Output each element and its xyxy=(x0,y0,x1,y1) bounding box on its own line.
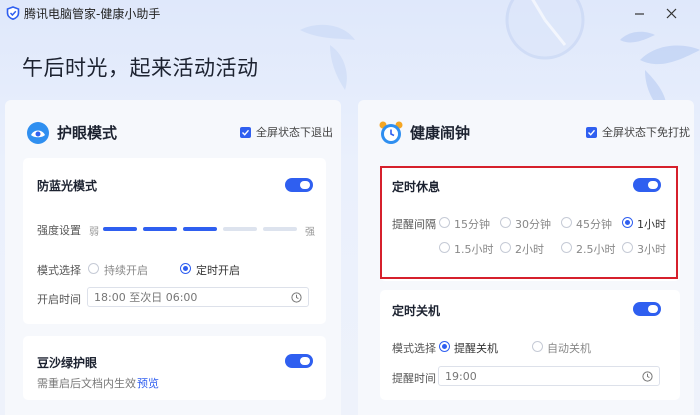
mode-select-label: 模式选择 xyxy=(37,264,81,277)
title-bar: 腾讯电脑管家-健康小助手 xyxy=(0,0,700,26)
page-headline: 午后时光，起来活动活动 xyxy=(22,56,259,80)
no-disturb-label: 全屏状态下免打扰 xyxy=(602,126,690,139)
green-eye-toggle[interactable] xyxy=(285,354,313,368)
intensity-high-label: 强 xyxy=(305,227,315,238)
alarm-panel-title: 健康闹钟 xyxy=(410,124,471,142)
checkbox-checked-icon xyxy=(586,126,597,138)
intensity-label: 强度设置 xyxy=(37,224,81,237)
intensity-segment xyxy=(183,227,217,231)
blue-light-toggle[interactable] xyxy=(285,178,313,192)
intensity-low-label: 弱 xyxy=(89,227,99,238)
no-disturb-checkbox[interactable]: 全屏状态下免打扰 xyxy=(586,124,690,140)
intensity-slider[interactable] xyxy=(103,224,301,234)
highlight-annotation-box xyxy=(380,166,678,279)
exit-fullscreen-checkbox[interactable]: 全屏状态下退出 xyxy=(240,124,333,140)
shutdown-mode-label: 模式选择 xyxy=(392,342,436,355)
alarm-clock-icon xyxy=(379,121,403,144)
blue-light-title: 防蓝光模式 xyxy=(37,179,98,193)
green-eye-note: 需重启后文档内生效 xyxy=(37,377,136,390)
mode-continuous-label: 持续开启 xyxy=(104,264,148,277)
shutdown-auto-label: 自动关机 xyxy=(547,342,591,355)
remind-time-label: 提醒时间 xyxy=(392,372,436,385)
mode-scheduled-radio[interactable] xyxy=(180,263,191,274)
shutdown-remind-label: 提醒关机 xyxy=(454,342,498,355)
scheduled-shutdown-title: 定时关机 xyxy=(392,304,441,318)
shutdown-auto-radio[interactable] xyxy=(532,341,543,352)
start-time-value: 18:00 至次日 06:00 xyxy=(94,291,198,304)
mode-continuous-radio[interactable] xyxy=(88,263,99,274)
intensity-segment xyxy=(143,227,177,231)
blue-light-card: 防蓝光模式 强度设置 弱 强 模式选择 持续开启 定时开启 开启时间 18:00… xyxy=(23,158,326,324)
start-time-input[interactable]: 18:00 至次日 06:00 xyxy=(87,287,309,307)
checkbox-checked-icon xyxy=(240,126,251,138)
eye-protection-panel: 护眼模式 全屏状态下退出 防蓝光模式 强度设置 弱 强 模式选择 持续开启 定时… xyxy=(5,100,341,415)
scheduled-shutdown-toggle[interactable] xyxy=(633,302,661,316)
remind-time-input[interactable]: 19:00 xyxy=(438,366,660,386)
start-time-label: 开启时间 xyxy=(37,293,81,306)
exit-fullscreen-label: 全屏状态下退出 xyxy=(256,126,333,139)
close-button[interactable] xyxy=(660,3,682,23)
clock-icon xyxy=(642,371,653,382)
shield-logo-icon xyxy=(6,6,20,20)
remind-time-value: 19:00 xyxy=(445,369,477,383)
eye-protection-icon xyxy=(27,122,49,144)
intensity-segment xyxy=(223,227,257,231)
clock-icon xyxy=(291,292,302,303)
window-title: 腾讯电脑管家-健康小助手 xyxy=(24,7,161,21)
green-eye-title: 豆沙绿护眼 xyxy=(37,356,98,370)
eye-panel-title: 护眼模式 xyxy=(57,124,118,142)
green-eye-card: 豆沙绿护眼 需重启后文档内生效 预览 xyxy=(23,336,326,400)
scheduled-shutdown-card: 定时关机 模式选择 提醒关机 自动关机 提醒时间 19:00 xyxy=(380,290,680,400)
intensity-segment xyxy=(103,227,137,231)
intensity-segment xyxy=(263,227,297,231)
mode-scheduled-label: 定时开启 xyxy=(196,264,240,277)
minimize-button[interactable] xyxy=(628,3,650,23)
close-icon xyxy=(666,8,676,18)
shutdown-remind-radio[interactable] xyxy=(439,341,450,352)
minimize-icon xyxy=(634,12,644,15)
green-eye-preview-link[interactable]: 预览 xyxy=(137,375,159,391)
